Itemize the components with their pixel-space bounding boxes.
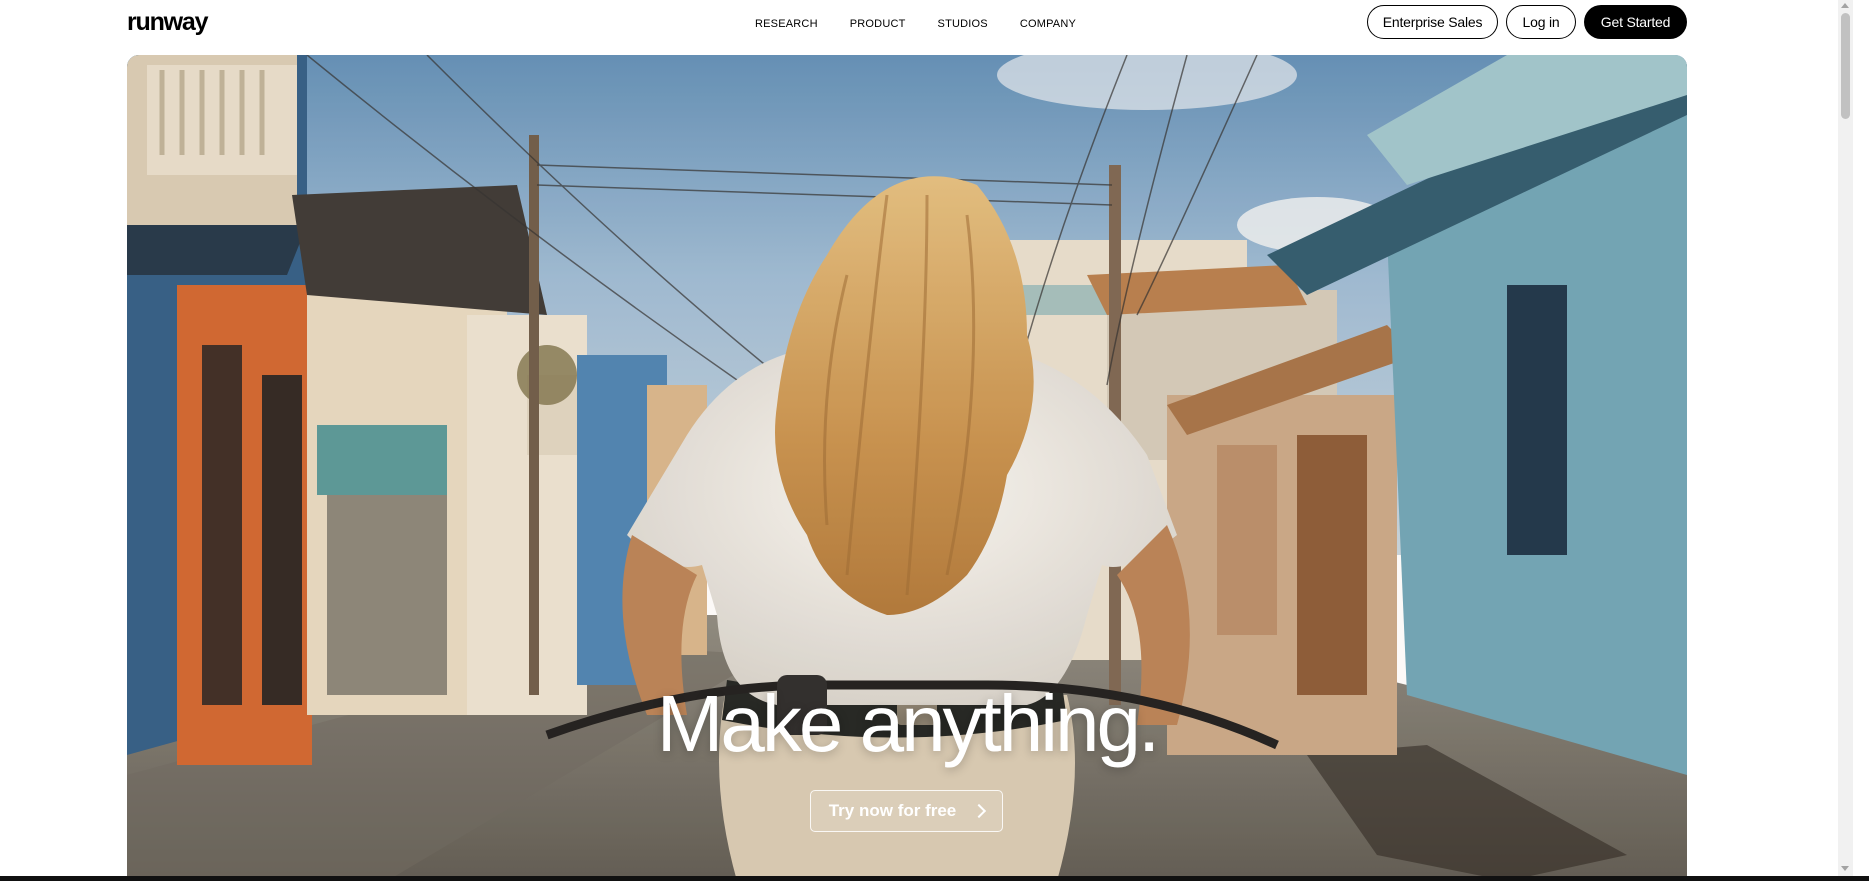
hero-section: Make anything. Try now for free [127,55,1687,881]
nav-item-company[interactable]: COMPANY [1020,18,1076,30]
scroll-up-icon[interactable] [1841,3,1849,8]
hero-headline: Make anything. [656,679,1161,768]
nav-item-product[interactable]: PRODUCT [850,18,906,30]
enterprise-sales-button[interactable]: Enterprise Sales [1367,5,1498,39]
get-started-button[interactable]: Get Started [1584,5,1687,39]
chevron-right-icon [972,803,987,819]
try-now-label: Try now for free [828,801,957,820]
page: runway RESEARCH PRODUCT STUDIOS COMPANY … [0,0,1869,881]
main-nav: RESEARCH PRODUCT STUDIOS COMPANY [755,18,1108,30]
try-now-button[interactable]: Try now for free [810,790,1003,832]
runway-logo[interactable]: runway [127,8,209,37]
window-bottom-edge [0,876,1869,881]
scrollbar-thumb[interactable] [1841,13,1850,119]
login-button[interactable]: Log in [1506,5,1576,39]
nav-item-studios[interactable]: STUDIOS [938,18,988,30]
nav-item-research[interactable]: RESEARCH [755,18,818,30]
scroll-down-icon[interactable] [1841,866,1849,871]
vertical-scrollbar[interactable] [1838,0,1853,876]
